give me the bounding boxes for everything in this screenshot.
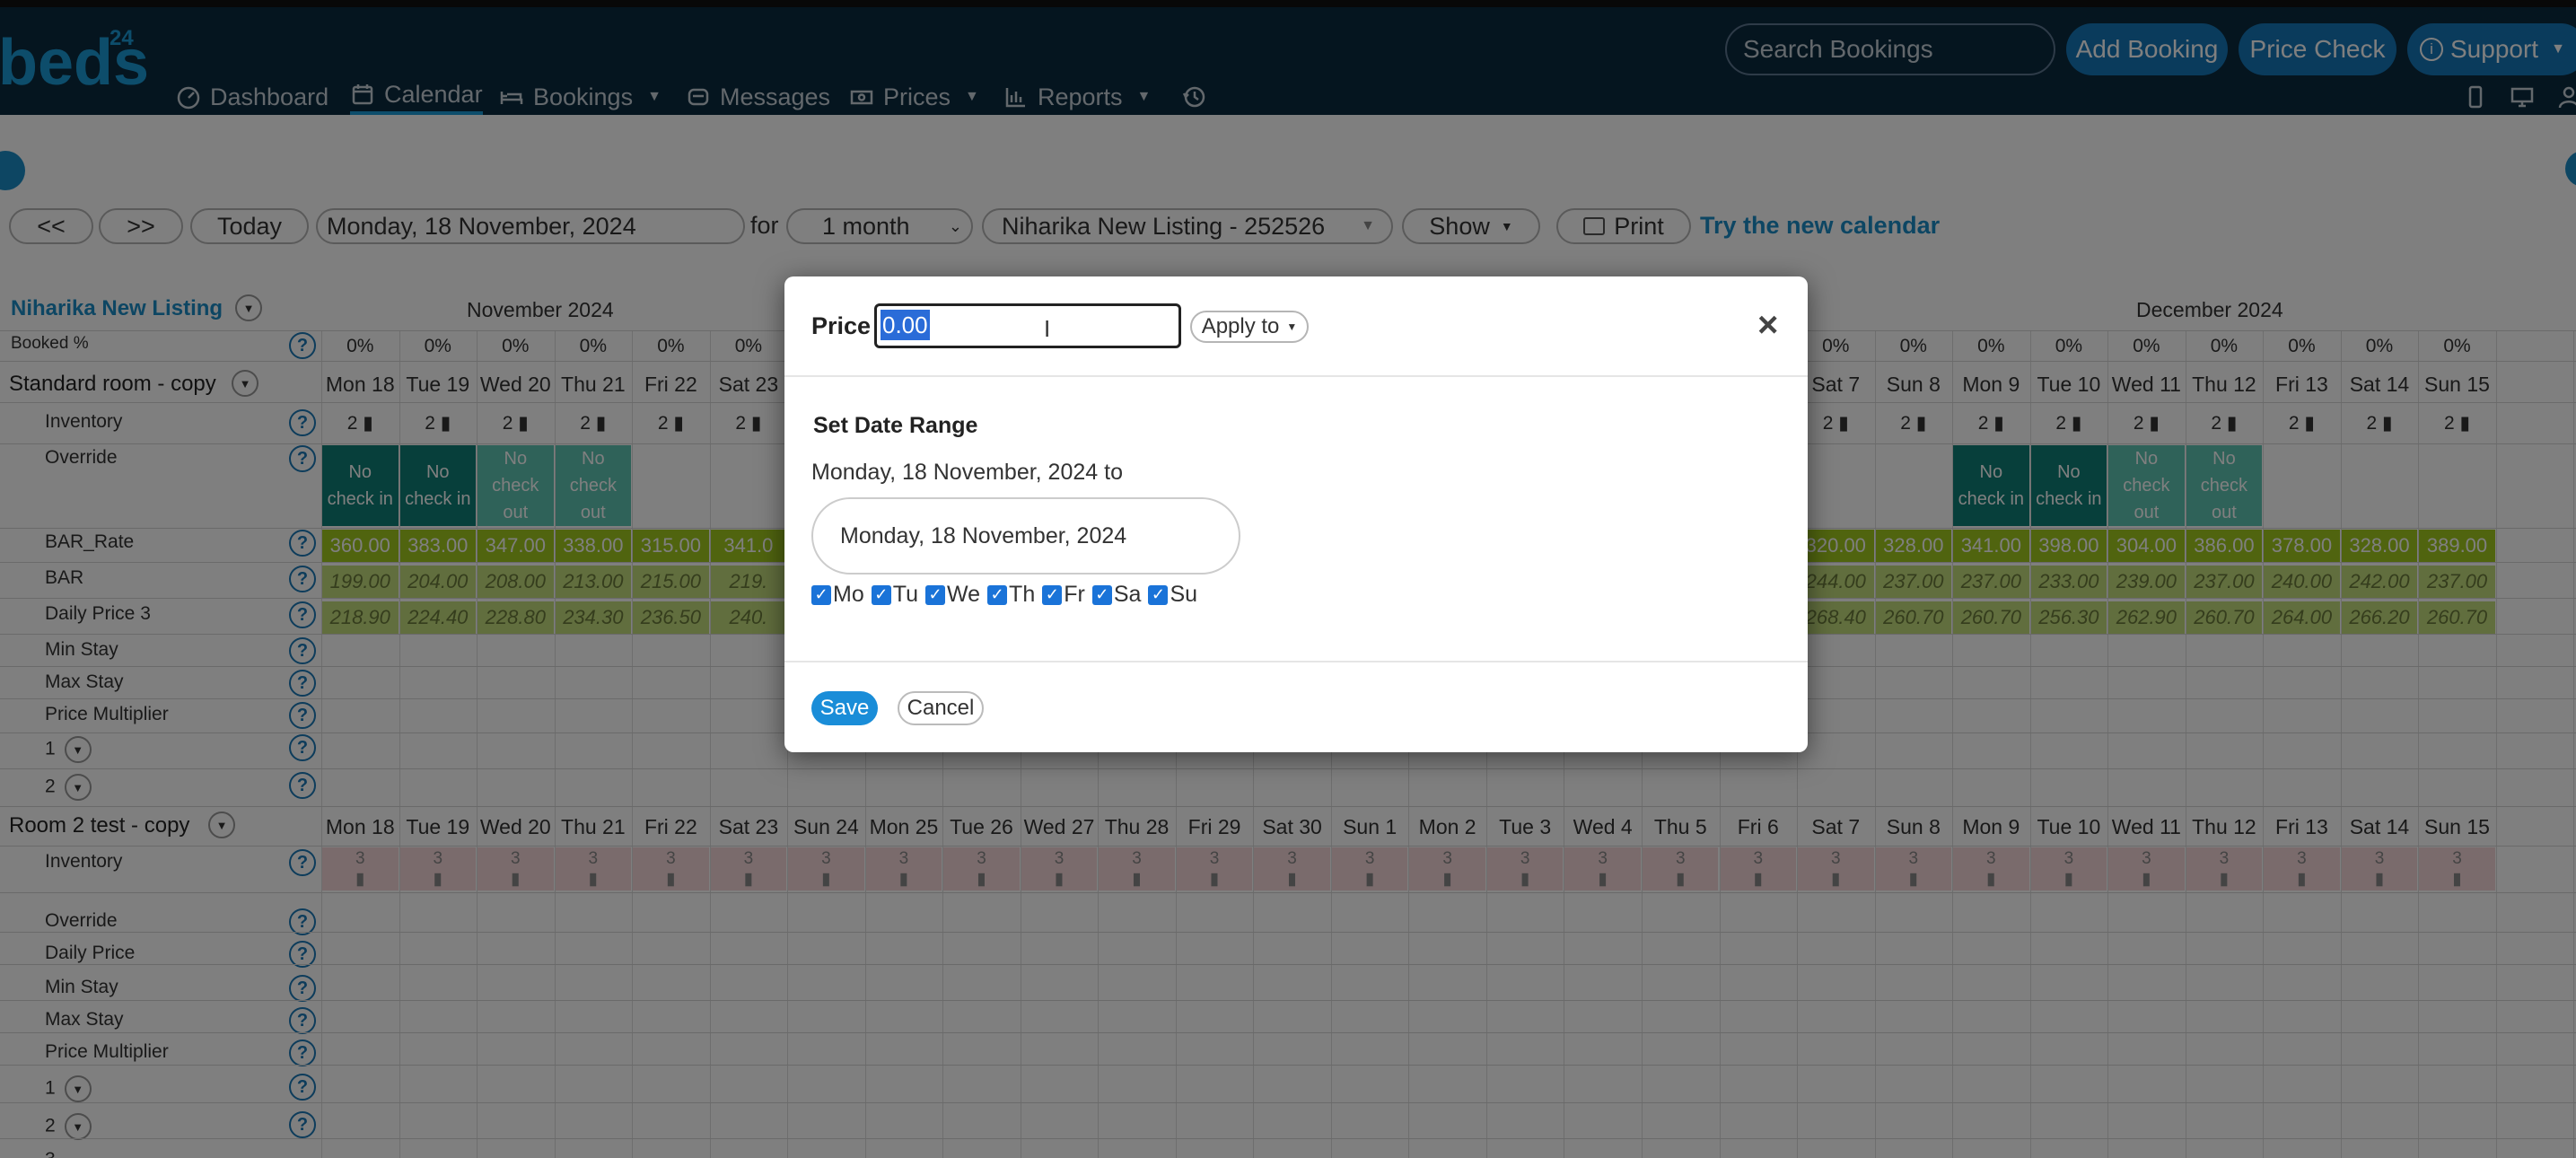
weekday-checkbox-mo[interactable]: ✓ Mo <box>811 582 864 608</box>
weekday-label: Th <box>1009 582 1036 607</box>
weekday-checkbox-su[interactable]: ✓ Su <box>1148 582 1197 608</box>
weekday-checkbox-we[interactable]: ✓ We <box>924 582 981 608</box>
save-button[interactable]: Save <box>811 691 878 725</box>
modal-footer: Save Cancel <box>784 661 1808 752</box>
checkbox-checked-icon: ✓ <box>871 584 891 605</box>
checkbox-checked-icon: ✓ <box>811 584 831 605</box>
apply-to-dropdown[interactable]: Apply to ▼ <box>1190 311 1309 343</box>
weekday-label: We <box>946 582 981 607</box>
weekday-checkbox-fr[interactable]: ✓ Fr <box>1042 582 1085 608</box>
cancel-label: Cancel <box>907 696 975 720</box>
text-cursor-icon: I <box>1044 315 1051 342</box>
weekday-checkbox-sa[interactable]: ✓ Sa <box>1091 582 1142 608</box>
weekday-checkbox-tu[interactable]: ✓ Tu <box>871 582 918 608</box>
weekday-label: Tu <box>892 582 918 607</box>
checkbox-checked-icon: ✓ <box>1091 584 1112 605</box>
section-title: Set Date Range <box>813 413 978 438</box>
weekday-label: Su <box>1170 582 1198 607</box>
close-icon[interactable]: × <box>1757 305 1778 346</box>
price-input[interactable]: 0.00 I <box>874 303 1181 348</box>
weekday-checkbox-th[interactable]: ✓ Th <box>987 582 1035 608</box>
date-to-value: Monday, 18 November, 2024 <box>840 522 1127 548</box>
checkbox-checked-icon: ✓ <box>1042 584 1063 605</box>
price-label: Price <box>811 312 872 339</box>
weekday-label: Fr <box>1064 582 1085 607</box>
checkbox-checked-icon: ✓ <box>987 584 1008 605</box>
cancel-button[interactable]: Cancel <box>898 691 984 725</box>
checkbox-checked-icon: ✓ <box>924 584 945 605</box>
weekday-label: Sa <box>1113 582 1142 607</box>
save-label: Save <box>819 696 870 720</box>
date-to-input[interactable]: Monday, 18 November, 2024 <box>811 497 1240 575</box>
checkbox-checked-icon: ✓ <box>1148 584 1169 605</box>
apply-to-label: Apply to <box>1201 314 1280 338</box>
weekday-label: Mo <box>833 582 864 607</box>
date-from-text: Monday, 18 November, 2024 to <box>811 460 1123 485</box>
weekday-checkboxes: ✓ Mo ✓ Tu ✓ We ✓ Th ✓ Fr ✓ Sa ✓ Su <box>811 582 1197 608</box>
chevron-down-icon: ▼ <box>1286 320 1298 333</box>
price-input-value: 0.00 <box>881 310 930 340</box>
modal-header: Price 0.00 I Apply to ▼ × <box>784 276 1808 377</box>
price-modal: Price 0.00 I Apply to ▼ × Set Date Range… <box>784 276 1808 752</box>
